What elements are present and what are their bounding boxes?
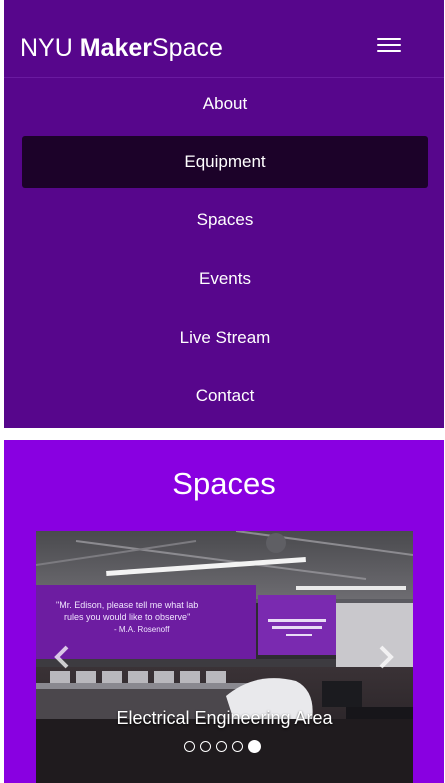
nav-item-live-stream[interactable]: Live Stream — [22, 312, 428, 364]
nav-item-spaces[interactable]: Spaces — [22, 194, 428, 246]
brand-prefix: NYU — [20, 34, 80, 62]
hamburger-icon[interactable] — [368, 32, 410, 60]
carousel-indicator-active[interactable] — [248, 740, 261, 753]
chevron-left-icon — [54, 645, 69, 669]
brand-logo[interactable]: NYU MakerSpace — [20, 33, 223, 63]
carousel-caption: Electrical Engineering Area — [116, 708, 333, 728]
carousel-indicator[interactable] — [232, 741, 243, 752]
section-title: Spaces — [172, 466, 276, 501]
carousel-indicator[interactable] — [216, 741, 227, 752]
navbar: NYU MakerSpace About Equipment Spaces Ev… — [4, 0, 444, 428]
quote-line-2: rules you would like to observe" — [64, 612, 190, 622]
spaces-carousel[interactable]: "Mr. Edison, please tell me what lab rul… — [36, 531, 413, 783]
hamburger-bar — [377, 44, 401, 46]
nav-item-about[interactable]: About — [22, 78, 428, 130]
brand-bold: Maker — [79, 34, 152, 62]
chevron-right-icon — [379, 645, 394, 669]
quote-line-1: "Mr. Edison, please tell me what lab — [56, 600, 198, 610]
page: NYU MakerSpace About Equipment Spaces Ev… — [0, 0, 445, 783]
brand-suffix: Space — [152, 34, 223, 62]
carousel-indicator[interactable] — [184, 741, 195, 752]
hamburger-bar — [377, 38, 401, 40]
nav-item-events[interactable]: Events — [22, 253, 428, 305]
quote-author: - M.A. Rosenoff — [114, 625, 170, 634]
hamburger-bar — [377, 50, 401, 52]
carousel-prev-button[interactable] — [48, 641, 76, 673]
nav-item-equipment[interactable]: Equipment — [22, 136, 428, 188]
carousel-indicators — [184, 740, 274, 753]
carousel-indicator[interactable] — [200, 741, 211, 752]
nav-item-contact[interactable]: Contact — [22, 370, 428, 422]
carousel-next-button[interactable] — [372, 641, 400, 673]
spaces-section: Spaces "Mr. Edison, please tell me what … — [4, 440, 444, 783]
